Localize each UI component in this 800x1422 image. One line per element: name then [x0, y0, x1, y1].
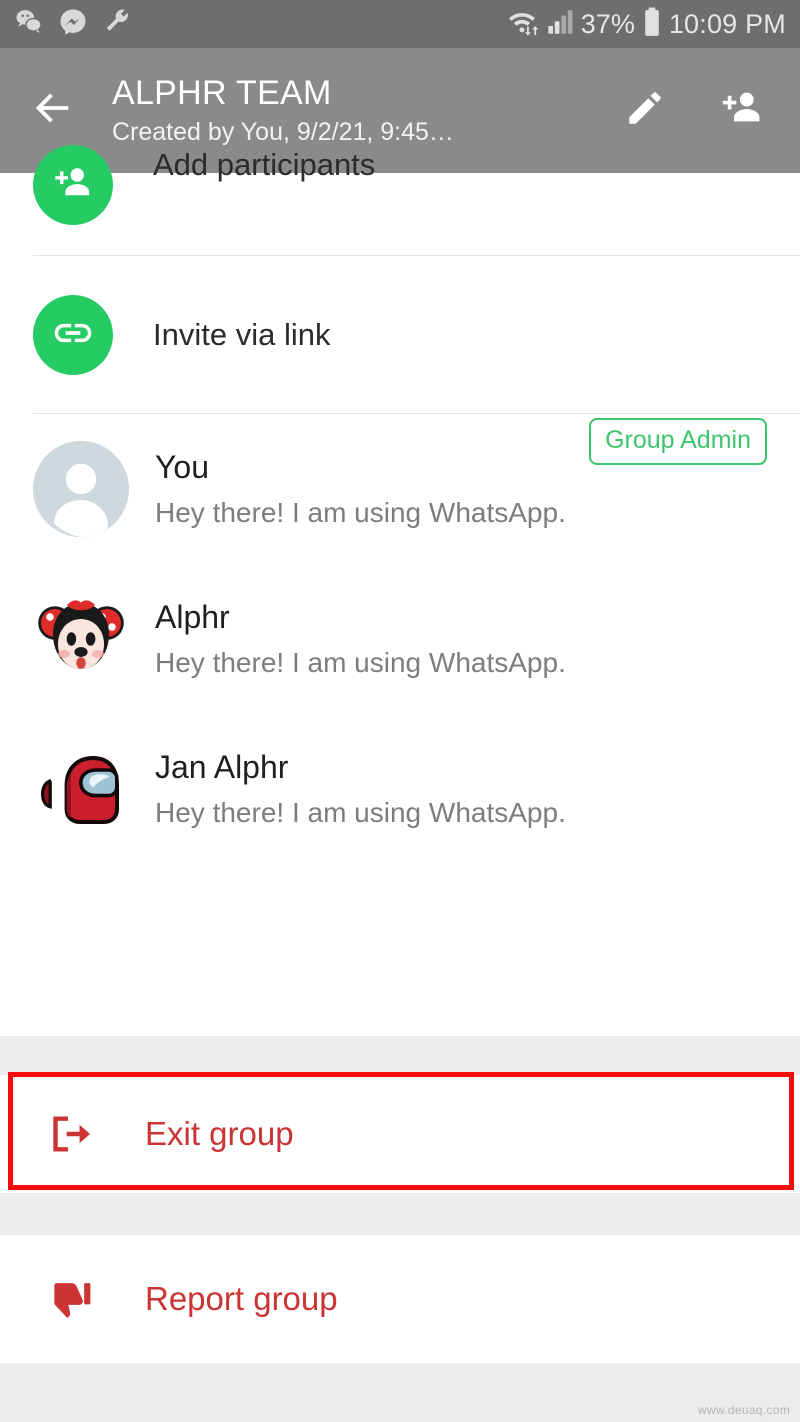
status-badge: Group Admin: [589, 418, 767, 465]
participant-status: Hey there! I am using WhatsApp.: [155, 497, 566, 529]
participant-row[interactable]: Jan Alphr Hey there! I am using WhatsApp…: [0, 714, 800, 864]
section-gap: [0, 1193, 800, 1235]
back-arrow-icon: [30, 85, 76, 136]
row-invite-via-link[interactable]: Invite via link: [0, 256, 800, 414]
page-subtitle: Created by You, 9/2/21, 9:45…: [112, 117, 454, 146]
invite-via-link-label: Invite via link: [153, 317, 331, 352]
card-filler: [0, 864, 800, 1036]
participant-row[interactable]: Alphr Hey there! I am using WhatsApp.: [0, 564, 800, 714]
back-button[interactable]: [22, 80, 84, 142]
participant-name: You: [155, 449, 209, 485]
main-content: Add participants Invite via link You Hey…: [0, 145, 800, 1422]
exit-group-card: Exit group: [0, 1075, 800, 1193]
wechat-icon: [14, 7, 44, 42]
report-group-card: Report group: [0, 1235, 800, 1363]
status-bar-left-icons: [14, 7, 132, 42]
avatar: [33, 591, 129, 687]
invite-link-icon-badge: [33, 295, 113, 375]
avatar: [33, 741, 129, 837]
edit-group-button[interactable]: [618, 84, 672, 138]
participant-text: Jan Alphr Hey there! I am using WhatsApp…: [155, 748, 767, 830]
participant-text: You Hey there! I am using WhatsApp.: [155, 448, 589, 530]
pencil-icon: [624, 87, 666, 134]
add-person-icon: [50, 160, 96, 211]
app-bar-actions: [618, 84, 778, 138]
participant-row[interactable]: You Hey there! I am using WhatsApp. Grou…: [0, 414, 800, 564]
app-bar-titles: ALPHR TEAM Created by You, 9/2/21, 9:45…: [112, 73, 454, 148]
add-person-icon: [718, 85, 764, 136]
participant-name: Jan Alphr: [155, 749, 289, 785]
participant-status: Hey there! I am using WhatsApp.: [155, 797, 566, 829]
section-gap: [0, 1036, 800, 1075]
watermark: www.deuaq.com: [698, 1403, 790, 1417]
status-bar-right-indicators: 37% 10:09 PM: [505, 7, 786, 42]
exit-icon: [45, 1109, 105, 1159]
avatar: [33, 441, 129, 537]
participant-text: Alphr Hey there! I am using WhatsApp.: [155, 598, 767, 680]
wrench-icon: [102, 7, 132, 42]
battery-icon: [643, 7, 661, 42]
phone-screen: 37% 10:09 PM ALPHR TEAM Created by You, …: [0, 0, 800, 1422]
group-info-card: Add participants Invite via link You Hey…: [0, 145, 800, 1036]
report-group-label: Report group: [145, 1280, 338, 1317]
participant-name: Alphr: [155, 599, 230, 635]
exit-group-label: Exit group: [145, 1115, 294, 1152]
status-bar: 37% 10:09 PM: [0, 0, 800, 48]
row-report-group[interactable]: Report group: [0, 1235, 800, 1363]
clock-label: 10:09 PM: [668, 8, 786, 39]
add-participants-label: Add participants: [153, 147, 376, 182]
signal-bars-icon: [547, 9, 573, 40]
messenger-icon: [58, 7, 88, 42]
add-participants-icon-badge: [33, 145, 113, 225]
participant-status: Hey there! I am using WhatsApp.: [155, 647, 566, 679]
app-bar: ALPHR TEAM Created by You, 9/2/21, 9:45…: [0, 48, 800, 173]
row-exit-group[interactable]: Exit group: [0, 1075, 800, 1193]
link-icon: [51, 311, 95, 360]
thumbs-down-icon: [45, 1274, 105, 1324]
add-participant-button[interactable]: [714, 84, 768, 138]
page-title: ALPHR TEAM: [112, 73, 332, 112]
wifi-icon: [505, 7, 539, 42]
row-add-participants[interactable]: Add participants: [0, 145, 800, 256]
battery-percent-label: 37%: [580, 8, 635, 39]
